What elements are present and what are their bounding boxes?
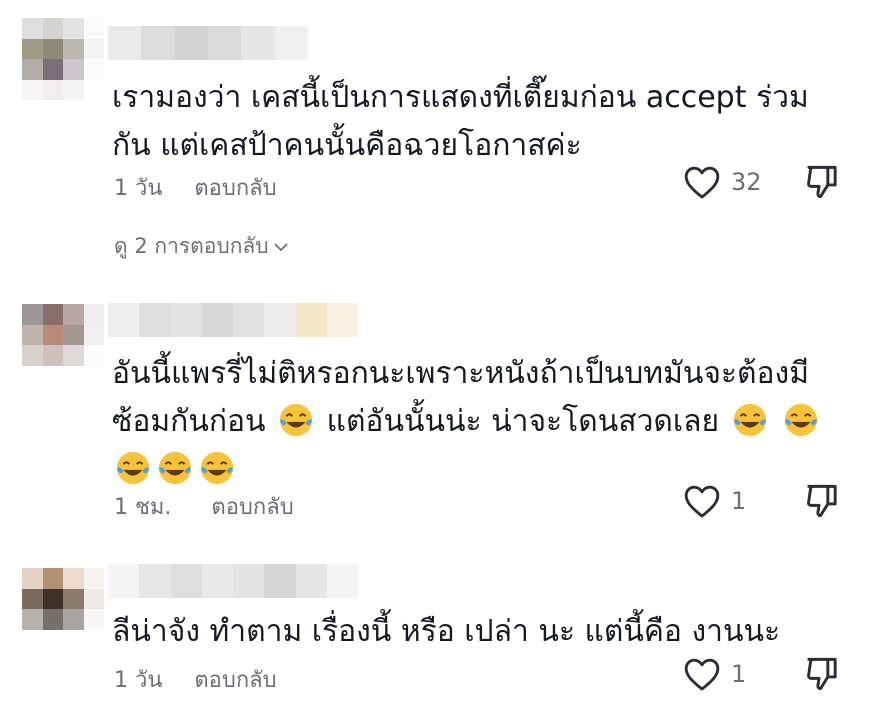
face-with-tears-of-joy-emoji bbox=[116, 451, 150, 485]
reply-button[interactable]: ตอบกลับ bbox=[194, 662, 276, 697]
thumbs-down-outline-icon[interactable] bbox=[804, 482, 840, 520]
reply-button[interactable]: ตอบกลับ bbox=[194, 170, 276, 205]
heart-outline-icon bbox=[684, 166, 720, 199]
face-with-tears-of-joy-emoji bbox=[158, 451, 192, 485]
timestamp: 1 ชม. bbox=[114, 495, 172, 520]
timestamp: 1 วัน bbox=[114, 176, 163, 201]
comment-text: เรามองว่า เคสนี้เป็นการแสดงที่เตี๊ยมก่อน… bbox=[112, 80, 809, 163]
like-count: 32 bbox=[731, 168, 762, 196]
chevron-down-icon bbox=[274, 242, 288, 251]
avatar[interactable] bbox=[22, 568, 104, 650]
username-blurred[interactable] bbox=[108, 564, 358, 598]
username-blurred[interactable] bbox=[108, 26, 308, 60]
like-button[interactable]: 1 bbox=[683, 656, 746, 692]
like-count: 1 bbox=[731, 487, 747, 515]
comment-text: ลีน่าจัง ทำตาม เรื่องนี้ หรือ เปล่า นะ แ… bbox=[112, 614, 781, 649]
timestamp: 1 วัน bbox=[114, 668, 163, 693]
avatar[interactable] bbox=[22, 18, 104, 100]
comment-text: อันนี้แพรรี่ไม่ติหรอกนะเพราะหนังถ้าเป็นบ… bbox=[112, 350, 842, 494]
thumbs-down-outline-icon[interactable] bbox=[804, 163, 840, 201]
view-replies-link[interactable]: ดู 2 การตอบกลับ bbox=[114, 230, 289, 263]
comment-meta: 1 ชม. ตอบกลับ bbox=[114, 489, 294, 524]
heart-outline-icon bbox=[684, 658, 720, 691]
heart-outline-icon bbox=[684, 485, 720, 518]
comment-meta: 1 วัน ตอบกลับ bbox=[114, 170, 277, 205]
username-blurred[interactable] bbox=[108, 303, 358, 337]
face-with-tears-of-joy-emoji bbox=[785, 403, 818, 437]
face-with-tears-of-joy-emoji bbox=[200, 451, 234, 485]
thumbs-down-outline-icon[interactable] bbox=[804, 655, 840, 693]
avatar[interactable] bbox=[22, 304, 104, 386]
like-count: 1 bbox=[731, 660, 747, 688]
reply-button[interactable]: ตอบกลับ bbox=[211, 489, 293, 524]
comment-meta: 1 วัน ตอบกลับ bbox=[114, 662, 277, 697]
like-button[interactable]: 1 bbox=[683, 483, 746, 519]
like-button[interactable]: 32 bbox=[683, 164, 762, 200]
face-with-tears-of-joy-emoji bbox=[733, 403, 766, 437]
face-with-tears-of-joy-emoji bbox=[279, 403, 313, 437]
